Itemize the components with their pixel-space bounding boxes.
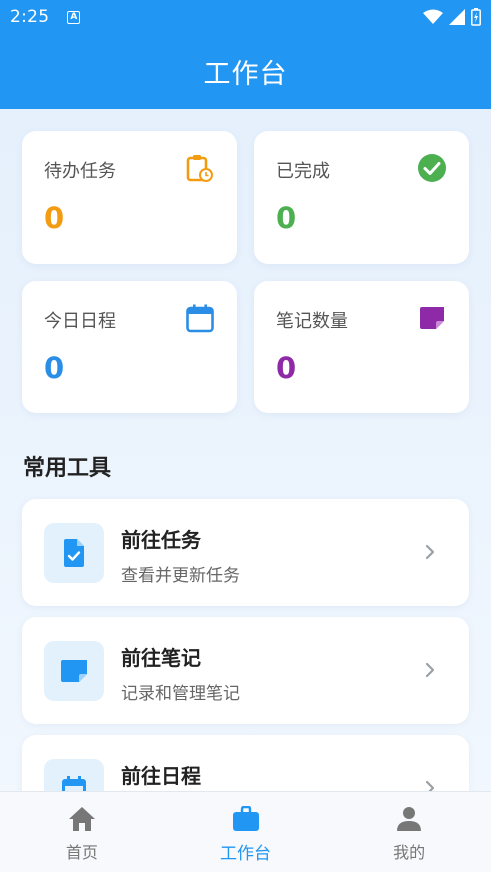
tool-description: 记录和管理笔记 — [121, 684, 240, 704]
section-title: 常用工具 — [23, 456, 112, 481]
stat-label: 今日日程 — [44, 311, 116, 332]
stat-value: 0 — [276, 351, 297, 385]
tool-title: 前往日程 — [121, 764, 201, 788]
note-icon — [420, 307, 444, 329]
home-icon — [68, 807, 95, 831]
stat-card-pending[interactable]: 待办任务 0 — [22, 131, 237, 264]
chevron-right-icon — [425, 544, 435, 560]
stat-value: 0 — [44, 351, 65, 385]
stat-value: 0 — [44, 201, 65, 235]
briefcase-icon — [232, 806, 259, 831]
app-bar: 工作台 — [0, 34, 491, 109]
check-circle-icon — [418, 154, 446, 182]
calendar-icon — [186, 304, 214, 333]
tool-title: 前往任务 — [121, 528, 201, 552]
stat-card-notes[interactable]: 笔记数量 0 — [254, 281, 469, 413]
stat-label: 待办任务 — [44, 161, 116, 182]
nav-item-home[interactable]: 首页 — [0, 792, 164, 872]
stat-value: 0 — [276, 201, 297, 235]
status-bar: 2:25 A — [0, 0, 491, 34]
stat-label: 已完成 — [276, 161, 330, 182]
bottom-navigation: 首页 工作台 我的 — [0, 791, 491, 872]
stat-label: 笔记数量 — [276, 311, 348, 332]
person-icon — [397, 807, 422, 831]
page-title: 工作台 — [203, 59, 288, 90]
nav-label: 工作台 — [220, 844, 271, 864]
note-icon — [61, 660, 87, 682]
stat-card-schedule[interactable]: 今日日程 0 — [22, 281, 237, 413]
task-doc-icon — [64, 539, 84, 567]
tool-icon-tile — [44, 523, 104, 583]
nav-label: 首页 — [65, 843, 98, 862]
tool-icon-tile — [44, 641, 104, 701]
nav-item-workbench[interactable]: 工作台 — [164, 792, 328, 872]
status-time: 2:25 — [10, 7, 50, 27]
sim-notification-icon: A — [67, 10, 81, 24]
tool-item-notes[interactable]: 前往笔记 记录和管理笔记 — [22, 617, 469, 724]
chevron-right-icon — [425, 662, 435, 678]
tool-title: 前往笔记 — [121, 646, 201, 670]
nav-label: 我的 — [393, 843, 426, 862]
tool-description: 查看并更新任务 — [121, 566, 240, 586]
nav-item-profile[interactable]: 我的 — [327, 792, 491, 872]
screen: 2:25 A 工作台 待办任务 0 已完成 0 今日日程 0 笔记数量 0 常用… — [0, 0, 491, 872]
wifi-icon — [423, 9, 443, 24]
signal-icon — [449, 9, 465, 25]
clipboard-clock-icon — [186, 155, 213, 182]
stat-card-completed[interactable]: 已完成 0 — [254, 131, 469, 264]
tool-item-tasks[interactable]: 前往任务 查看并更新任务 — [22, 499, 469, 606]
status-icons — [423, 8, 481, 26]
battery-icon — [471, 8, 481, 26]
